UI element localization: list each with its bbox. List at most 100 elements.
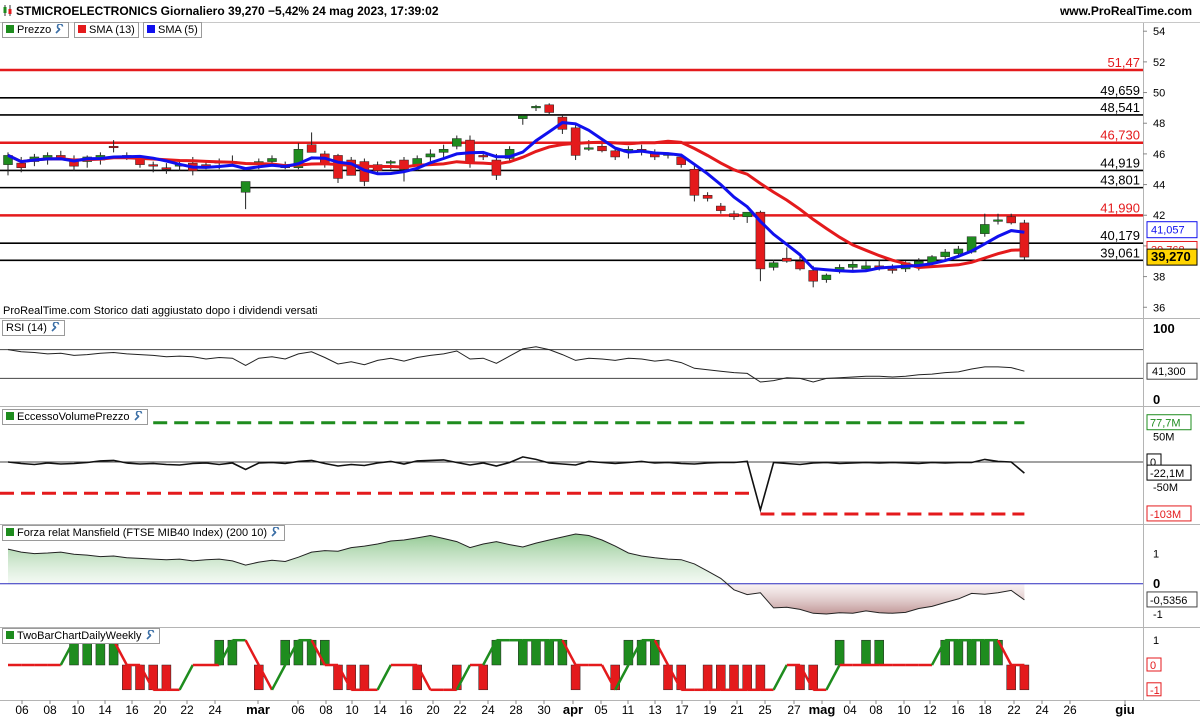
volume-tick-minus50m: -50M	[1153, 482, 1178, 494]
badge-label: 39,270	[1151, 249, 1191, 264]
candle-body	[438, 149, 449, 153]
y-tick-label: 42	[1153, 210, 1165, 222]
mansfield-tick-1: 1	[1153, 549, 1159, 561]
x-tick-label: 22	[1007, 703, 1021, 717]
candle-body	[425, 153, 436, 158]
x-tick-label: 21	[730, 703, 744, 717]
legend-sma13-label: SMA (13)	[89, 24, 135, 36]
twobar-bar	[544, 639, 554, 666]
candle-body	[821, 274, 832, 280]
x-tick-label: 22	[453, 703, 467, 717]
twobar-badge-label: 0	[1150, 660, 1156, 672]
legend-price[interactable]: Prezzo	[2, 22, 70, 38]
mansfield-badge-label: -0,5356	[1150, 595, 1187, 607]
legend-twobar[interactable]: TwoBarChartDailyWeekly	[2, 628, 160, 644]
x-tick-label: 16	[951, 703, 965, 717]
x-tick-label: 22	[180, 703, 194, 717]
twobar-bar	[834, 639, 845, 666]
dividend-note: ProRealTime.com Storico dati aggiustato …	[3, 305, 318, 317]
x-tick-label: 14	[373, 703, 387, 717]
y-tick-label: 44	[1153, 180, 1165, 192]
twobar-bar	[716, 664, 726, 691]
twobar-bar	[478, 664, 488, 691]
twobar-tick-1: 1	[1153, 635, 1159, 647]
x-tick-label: mag	[809, 702, 836, 717]
x-tick-label: 12	[923, 703, 937, 717]
legend-sma5[interactable]: SMA (5)	[143, 22, 202, 38]
x-tick-label: 10	[345, 703, 359, 717]
candle-body	[940, 251, 950, 257]
level-label: 41,990	[1100, 200, 1140, 215]
x-tick-label: 30	[537, 703, 551, 717]
instrument-title: STMICROELECTRONICS Giornaliero 39,270 −5…	[16, 4, 439, 18]
candle-body	[887, 268, 898, 271]
panel-rsi	[0, 320, 1200, 406]
candle-body	[386, 161, 396, 164]
candle-body	[729, 213, 739, 218]
legend-sma5-label: SMA (5)	[158, 24, 198, 36]
x-tick-label: 13	[648, 703, 662, 717]
candle-body	[531, 106, 541, 109]
legend-rsi-label: RSI (14)	[6, 322, 47, 334]
volume-badge-label: 77,7M	[1150, 418, 1181, 430]
x-tick-label: 18	[978, 703, 992, 717]
candle-body	[953, 248, 964, 254]
candle-body	[544, 104, 554, 113]
x-tick-label: 06	[15, 703, 29, 717]
x-tick-label: 11	[622, 703, 635, 717]
chart-header: STMICROELECTRONICS Giornaliero 39,270 −5…	[0, 0, 1200, 23]
x-tick-label: 05	[594, 703, 608, 717]
candle-body	[108, 145, 119, 149]
x-tick-label: 08	[319, 703, 333, 717]
wrench-icon[interactable]	[270, 526, 281, 538]
y-tick-label: 46	[1153, 149, 1165, 161]
candle-body	[306, 144, 317, 153]
wrench-icon[interactable]	[54, 23, 65, 35]
x-tick-label: giu	[1115, 702, 1135, 717]
x-tick-label: 25	[758, 703, 772, 717]
twobar-bar	[729, 664, 739, 691]
legend-price-label: Prezzo	[17, 24, 52, 36]
x-tick-label: mar	[246, 702, 270, 717]
wrench-icon[interactable]	[50, 321, 61, 333]
x-tick-label: 24	[481, 703, 495, 717]
mansfield-tick-0: 0	[1153, 576, 1160, 591]
candle-body	[584, 147, 594, 150]
legend-sma13[interactable]: SMA (13)	[74, 22, 139, 38]
candle-body	[267, 158, 277, 162]
x-tick-label: 28	[509, 703, 523, 717]
twobar-bar	[980, 639, 990, 666]
candle-body	[452, 138, 462, 147]
site-link[interactable]: www.ProRealTime.com	[1060, 4, 1192, 18]
x-tick-label: apr	[563, 702, 583, 717]
sma13-swatch	[78, 25, 86, 34]
legend-volume[interactable]: EccessoVolumePrezzo	[2, 409, 148, 425]
x-tick-label: 08	[869, 703, 883, 717]
twobar-bar	[742, 664, 752, 691]
candle-body	[610, 150, 620, 158]
twobar-bar	[874, 639, 884, 666]
candle-body	[570, 127, 581, 156]
legend-volume-label: EccessoVolumePrezzo	[17, 411, 130, 423]
legend-mansfield[interactable]: Forza relat Mansfield (FTSE MIB40 Index)…	[2, 525, 286, 541]
candle-body	[597, 145, 607, 152]
twobar-bar	[531, 639, 541, 666]
candle-body	[1019, 222, 1030, 258]
x-tick-label: 24	[208, 703, 222, 717]
candle-body	[333, 155, 343, 179]
y-tick-label: 50	[1153, 88, 1165, 100]
x-tick-label: 16	[125, 703, 139, 717]
candle-body	[848, 264, 858, 268]
wrench-icon[interactable]	[145, 629, 156, 641]
legend-twobar-label: TwoBarChartDailyWeekly	[17, 630, 142, 642]
twobar-bar	[570, 664, 581, 691]
wrench-icon[interactable]	[133, 410, 144, 422]
legend-rsi[interactable]: RSI (14)	[2, 320, 65, 336]
x-tick-label: 06	[291, 703, 305, 717]
candle-body	[1006, 216, 1016, 224]
candle-body	[702, 195, 713, 199]
candle-body	[716, 205, 726, 211]
candle-body	[795, 261, 805, 270]
price-badge: 39,270	[1146, 248, 1198, 266]
volume-badge-label: -103M	[1150, 509, 1181, 521]
